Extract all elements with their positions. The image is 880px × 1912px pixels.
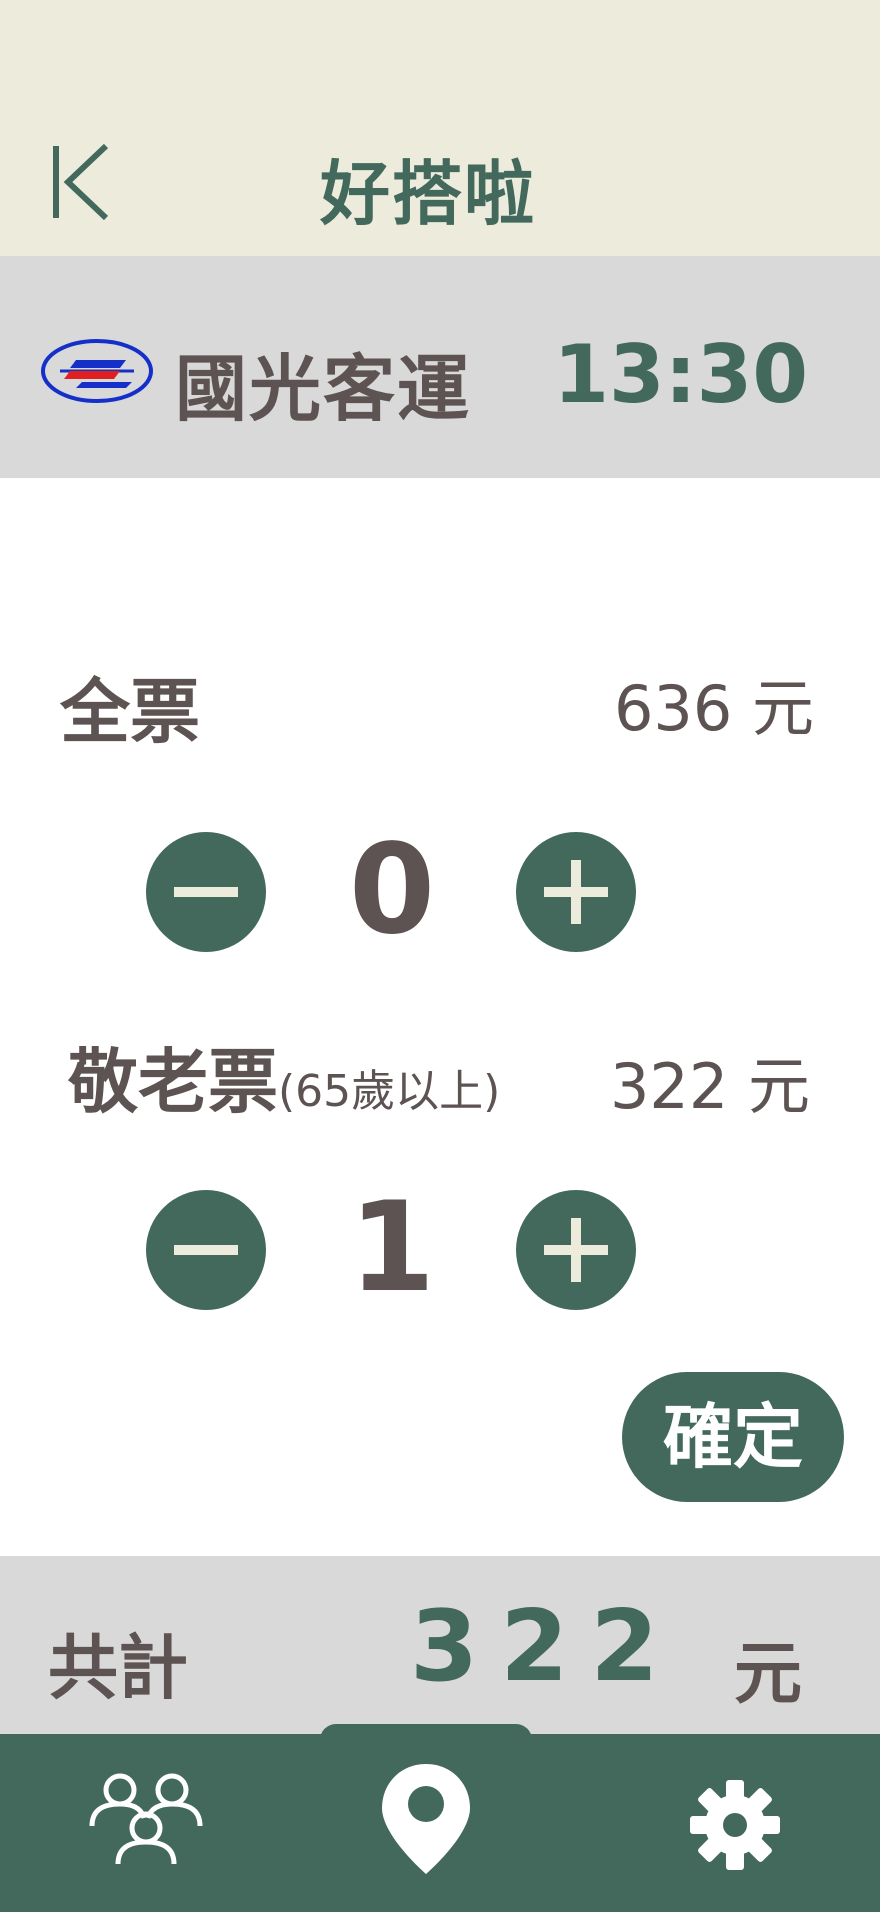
gear-icon [690,1780,780,1870]
ticket-age-note: (65歲以上) [278,1066,501,1117]
minus-icon [174,1245,238,1255]
nav-item-location[interactable] [380,1762,472,1876]
ticket-label-senior: 敬老票(65歲以上) [68,1026,500,1127]
nav-item-settings[interactable] [688,1778,782,1872]
ticket-price-full: 636 元 [613,672,814,745]
total-label: 共計 [48,1627,188,1709]
location-pin-icon [382,1764,470,1874]
ticket-price-senior: 322 元 [609,1050,810,1123]
decrease-full-button[interactable] [146,832,266,952]
total-unit: 元 [734,1635,803,1714]
operator-name: 國光客運 [175,347,472,431]
nav-item-group[interactable] [88,1770,204,1866]
plus-icon [544,1218,608,1282]
quantity-full: 0 [348,818,436,962]
operator-logo [41,339,153,403]
app-title: 好搭啦 [320,153,536,235]
confirm-button[interactable]: 確定 [622,1372,844,1502]
quantity-senior: 1 [348,1176,436,1320]
departure-time: 13:30 [553,328,808,421]
ticket-label-text: 敬老票 [68,1041,278,1123]
total-amount: 322 [410,1590,681,1704]
plus-icon [544,860,608,924]
ticket-label-full: 全票 [60,656,200,757]
minus-icon [174,887,238,897]
increase-full-button[interactable] [516,832,636,952]
group-icon [89,1773,203,1865]
increase-senior-button[interactable] [516,1190,636,1310]
ticket-label-text: 全票 [60,671,200,753]
decrease-senior-button[interactable] [146,1190,266,1310]
